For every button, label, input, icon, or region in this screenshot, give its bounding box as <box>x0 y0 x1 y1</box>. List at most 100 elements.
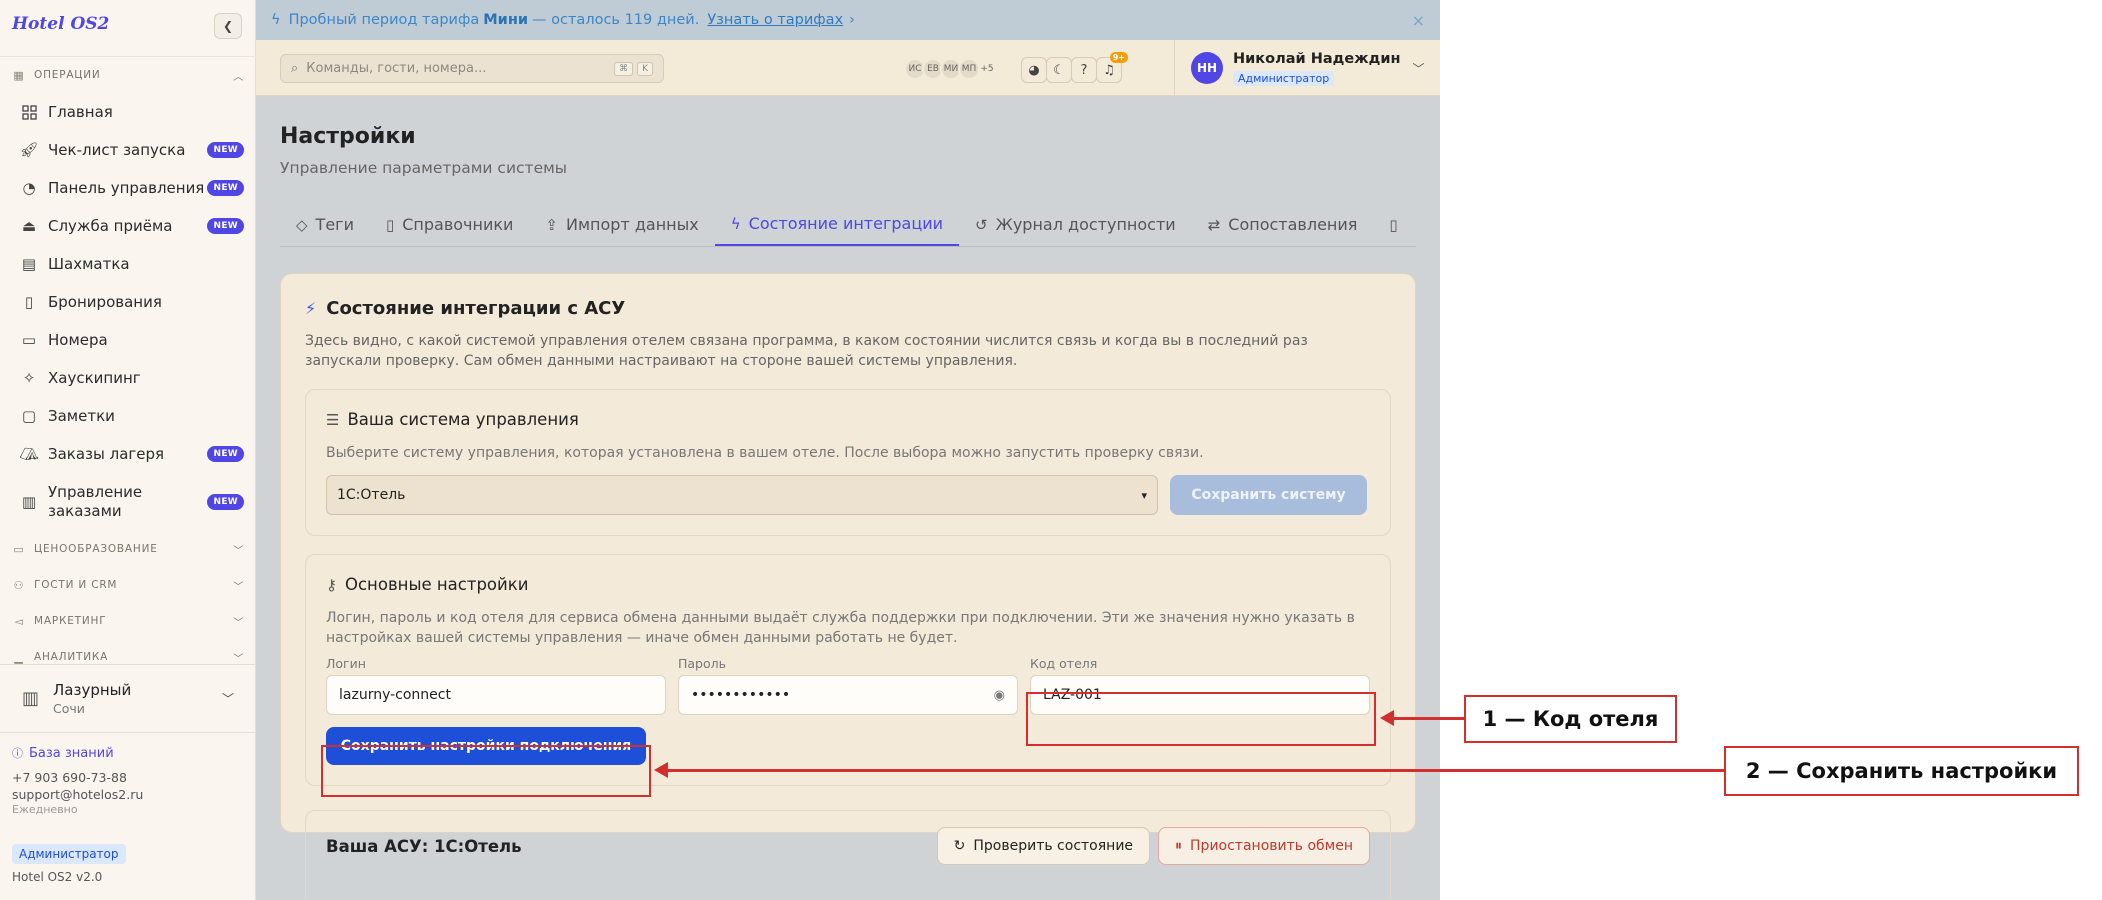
plug-icon: ⚡︎ <box>305 299 317 318</box>
gauge-icon: ◔ <box>22 179 36 197</box>
callout-save-settings: 2 — Сохранить настройки <box>1724 746 2079 796</box>
tab-availability-log[interactable]: ↺ Журнал доступности <box>959 203 1192 246</box>
sidebar: Hotel OS2 ❮ ▦ ОПЕРАЦИИ ︿ Главная 🚀︎ Чек-… <box>0 0 256 900</box>
login-value: lazurny-connect <box>339 687 451 703</box>
book-open-icon: ▯ <box>1389 215 1398 234</box>
online-users[interactable]: ИС ЕВ МИ МП +5 <box>904 58 998 80</box>
support-email[interactable]: support@hotelos2.ru <box>12 786 244 803</box>
sidebar-item-label: Управление заказами <box>48 483 143 520</box>
avatars-more[interactable]: +5 <box>976 58 998 80</box>
panel-title-text: Ваша система управления <box>347 410 579 429</box>
app-version: Hotel OS2 v2.0 <box>12 870 103 884</box>
sidebar-item-notes[interactable]: ▢ Заметки <box>0 397 256 435</box>
sidebar-item-housekeeping[interactable]: ✧ Хаускипинг <box>0 359 256 397</box>
callout2-arrowhead <box>654 762 668 778</box>
integration-title: ⚡︎ Состояние интеграции с АСУ <box>305 298 1391 319</box>
sidebar-item-label: Служба приёма <box>48 216 173 235</box>
shortcut-key: ⌘ <box>614 61 634 76</box>
sidebar-nav[interactable]: ▦ ОПЕРАЦИИ ︿ Главная 🚀︎ Чек-лист запуска… <box>0 56 256 664</box>
section-label: ГОСТИ И CRM <box>34 579 118 591</box>
top-bar: ⌕ Команды, гости, номера... ⌘ K ИС ЕВ МИ… <box>256 40 1440 96</box>
trial-days: — осталось 119 дней. <box>532 12 700 28</box>
tab-integration-status[interactable]: ϟ Состояние интеграции <box>714 203 960 246</box>
sidebar-item-bookings[interactable]: ▯ Бронирования <box>0 283 256 321</box>
chevron-left-icon: ❮ <box>222 19 234 33</box>
help-button[interactable]: ? <box>1071 57 1097 83</box>
sidebar-item-front-desk[interactable]: ⏏ Служба приёма NEW <box>0 207 256 245</box>
sidebar-item-home[interactable]: Главная <box>0 93 256 131</box>
section-operations[interactable]: ▦ ОПЕРАЦИИ ︿ <box>0 57 256 93</box>
search-input[interactable]: ⌕ Команды, гости, номера... ⌘ K <box>280 54 664 83</box>
page-title: Настройки <box>280 124 416 149</box>
sidebar-collapse-button[interactable]: ❮ <box>214 13 242 39</box>
pms-select[interactable]: 1С:Отель ▾ <box>326 475 1158 515</box>
password-label: Пароль <box>678 656 726 671</box>
user-role-badge: Администратор <box>1233 70 1335 86</box>
tab-import[interactable]: ⇪ Импорт данных <box>529 203 714 246</box>
tab-mappings[interactable]: ⇄ Сопоставления <box>1192 203 1374 246</box>
sidebar-item-label: Бронирования <box>48 292 162 311</box>
tab-more[interactable]: ▯ <box>1373 203 1421 246</box>
shortcut-key: K <box>637 61 653 76</box>
support-hours: Ежедневно <box>12 803 78 816</box>
sidebar-item-label: Заметки <box>48 406 115 425</box>
door-icon: ▭ <box>21 331 37 349</box>
avatar: НН <box>1191 52 1223 84</box>
table-icon: ▤ <box>21 255 37 273</box>
money-icon: ▭ <box>13 542 25 556</box>
section-guests[interactable]: ⚇ ГОСТИ И CRM ﹀ <box>0 567 256 603</box>
sidebar-item-camp-orders[interactable]: ⛺︎ Заказы лагеря NEW <box>0 435 256 473</box>
check-status-button[interactable]: ↻ Проверить состояние <box>936 827 1151 865</box>
brand-logo[interactable]: Hotel OS2 <box>12 14 109 34</box>
settings-tabs: ◇ Теги ▯ Справочники ⇪ Импорт данных ϟ Состо… <box>280 203 1416 247</box>
new-badge: NEW <box>207 142 244 158</box>
tab-label: Журнал доступности <box>995 215 1176 234</box>
sparkle-icon: ✧ <box>22 369 36 387</box>
section-label: МАРКЕТИНГ <box>34 615 107 627</box>
sidebar-item-rooms[interactable]: ▭ Номера <box>0 321 256 359</box>
receipt-icon: ▥ <box>21 493 37 511</box>
sidebar-item-label: Чек-лист запуска <box>48 140 186 159</box>
search-placeholder: Команды, гости, номера... <box>306 61 487 76</box>
chevron-up-icon: ︿ <box>233 71 244 83</box>
theme-palette-button[interactable]: ◕ <box>1021 57 1047 83</box>
user-name: Николай Надеждин <box>1233 50 1401 67</box>
section-analytics[interactable]: ▁ АНАЛИТИКА ﹀ <box>0 639 256 665</box>
trial-banner: ϟ Пробный период тарифа Мини — осталось … <box>256 0 1440 40</box>
new-badge: NEW <box>207 180 244 196</box>
user-menu[interactable]: НН Николай Надеждин Администратор ﹀ <box>1174 40 1425 96</box>
trial-text: Пробный период тарифа <box>288 12 480 28</box>
pricing-link[interactable]: Узнать о тарифах <box>707 12 843 28</box>
sidebar-item-dashboard[interactable]: ◔ Панель управления NEW <box>0 169 256 207</box>
pause-exchange-button[interactable]: ⏸︎ Приостановить обмен <box>1158 827 1370 865</box>
sidebar-item-order-management[interactable]: ▥ Управление заказами NEW <box>0 473 256 531</box>
notification-count: 9+ <box>1109 52 1128 63</box>
tab-dictionaries[interactable]: ▯ Справочники <box>370 203 529 246</box>
save-system-button[interactable]: Сохранить систему <box>1170 475 1367 515</box>
sidebar-item-launch-checklist[interactable]: 🚀︎ Чек-лист запуска NEW <box>0 131 256 169</box>
section-pricing[interactable]: ▭ ЦЕНООБРАЗОВАНИЕ ﹀ <box>0 531 256 567</box>
dark-mode-button[interactable]: ☾ <box>1046 57 1072 83</box>
sidebar-item-label: Главная <box>48 102 113 121</box>
grid-icon: ▦ <box>13 68 25 82</box>
note-icon: ▢ <box>21 407 37 425</box>
sidebar-item-chessboard[interactable]: ▤ Шахматка <box>0 245 256 283</box>
close-icon[interactable]: × <box>1412 11 1425 30</box>
help-circle-icon: ⓘ <box>12 747 23 760</box>
password-field[interactable]: •••••••••••• ◉ <box>678 675 1018 715</box>
section-marketing[interactable]: ◅ МАРКЕТИНГ ﹀ <box>0 603 256 639</box>
notifications-button[interactable]: ♫ 9+ <box>1096 52 1128 83</box>
eye-icon[interactable]: ◉ <box>994 688 1005 703</box>
tab-tags[interactable]: ◇ Теги <box>280 203 370 246</box>
new-badge: NEW <box>207 494 244 510</box>
trial-plan: Мини <box>483 12 529 28</box>
history-icon: ↺ <box>975 215 988 234</box>
button-label: Приостановить обмен <box>1190 838 1353 854</box>
moon-icon: ☾ <box>1053 62 1065 78</box>
book-icon: ▯ <box>385 215 395 234</box>
login-label: Логин <box>326 656 366 671</box>
hotel-switcher[interactable]: ▥ Лазурный Сочи ﹀ <box>0 664 256 732</box>
login-field[interactable]: lazurny-connect <box>326 675 666 715</box>
chevron-down-icon: ﹀ <box>233 653 244 665</box>
knowledge-base-link[interactable]: ⓘ База знаний <box>12 745 244 761</box>
